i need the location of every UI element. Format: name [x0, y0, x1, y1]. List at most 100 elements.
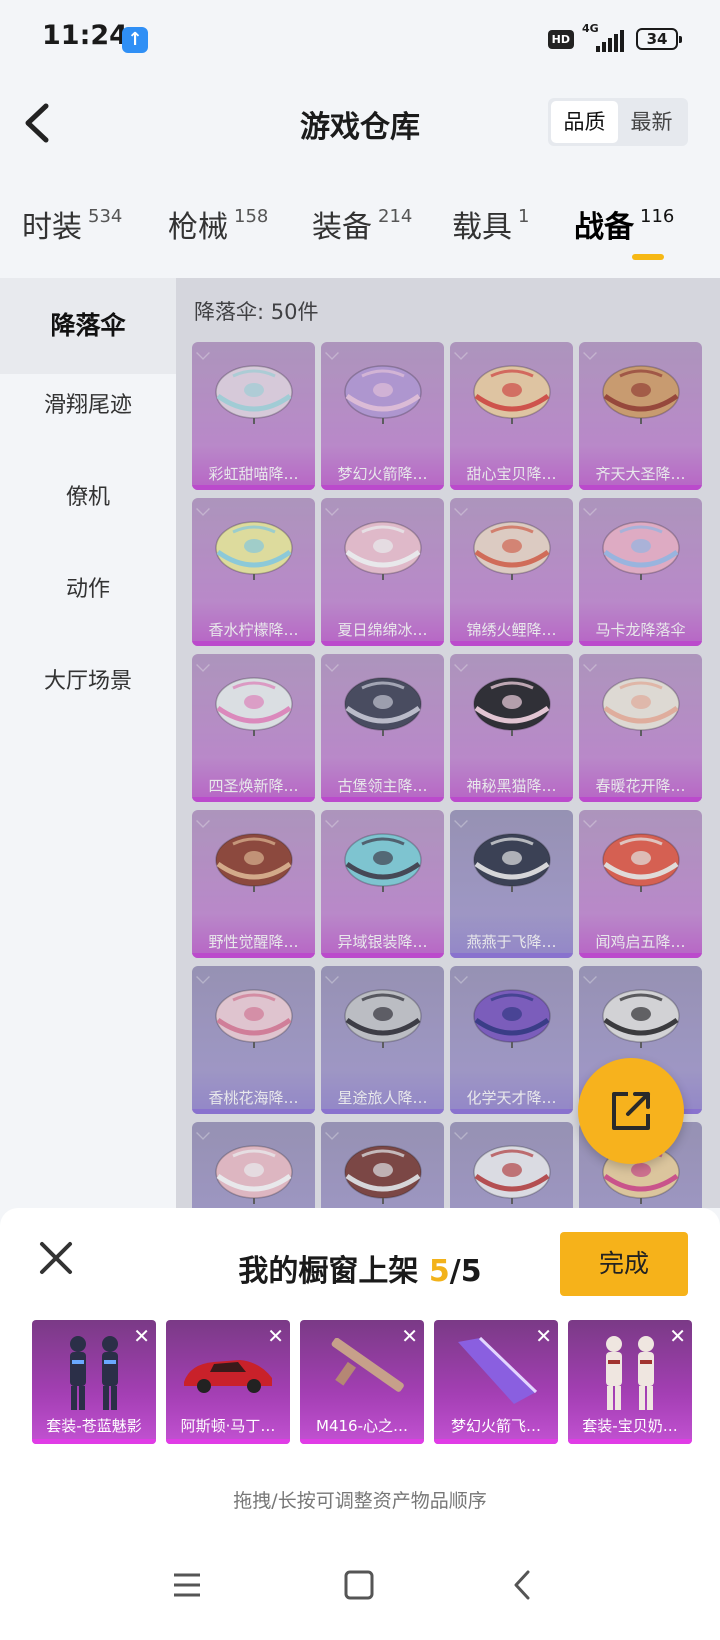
item-card[interactable]: 马卡龙降落伞: [579, 498, 702, 646]
sidebar-item-wingman[interactable]: 僚机: [0, 450, 176, 546]
remove-item-icon[interactable]: ✕: [133, 1324, 150, 1348]
check-icon: [196, 346, 210, 360]
remove-item-icon[interactable]: ✕: [669, 1324, 686, 1348]
item-card[interactable]: 闻鸡启五降…: [579, 810, 702, 958]
rarity-bar: [450, 1109, 573, 1114]
status-time: 11:24: [42, 20, 128, 51]
item-card[interactable]: [450, 1122, 573, 1208]
item-card[interactable]: 春暖花开降…: [579, 654, 702, 802]
rarity-bar: [321, 953, 444, 958]
menu-button[interactable]: [172, 1570, 202, 1604]
showcase-item[interactable]: ✕ 阿斯顿·马丁…: [166, 1320, 290, 1444]
item-card[interactable]: 梦幻火箭降…: [321, 342, 444, 490]
home-icon: [344, 1570, 374, 1600]
item-name: 野性觉醒降…: [208, 933, 299, 951]
showcase-item[interactable]: ✕ M416-心之…: [300, 1320, 424, 1444]
sidebar: 降落伞 滑翔尾迹 僚机 动作 大厅场景: [0, 278, 176, 1208]
header: 游戏仓库 品质 最新: [0, 80, 720, 170]
item-card[interactable]: 星途旅人降…: [321, 966, 444, 1114]
showcase-item[interactable]: ✕ 套装-苍蓝魅影: [32, 1320, 156, 1444]
parachute-icon: [215, 365, 293, 424]
tab-battle-gear[interactable]: 战备 116: [574, 202, 674, 246]
tab-label: 战备: [574, 210, 634, 245]
rarity-bar: [450, 953, 573, 958]
item-card[interactable]: 四圣焕新降…: [192, 654, 315, 802]
rarity-bar: [32, 1439, 156, 1444]
tab-fashion[interactable]: 时装 534: [22, 202, 122, 246]
reorder-hint: 拖拽/长按可调整资产物品顺序: [233, 1490, 487, 1512]
rifle-icon: [331, 1338, 404, 1392]
tab-count: 116: [640, 206, 675, 227]
showcase-item[interactable]: ✕ 梦幻火箭飞…: [434, 1320, 558, 1444]
item-name: 香水柠檬降…: [208, 621, 299, 639]
item-card[interactable]: 甜心宝贝降…: [450, 342, 573, 490]
check-icon: [196, 814, 210, 828]
item-card[interactable]: 锦绣火鲤降…: [450, 498, 573, 646]
parachute-icon: [602, 989, 680, 1048]
sort-latest-button[interactable]: 最新: [618, 101, 685, 143]
showcase-item[interactable]: ✕ 套装-宝贝奶…: [568, 1320, 692, 1444]
item-name: 四圣焕新降…: [208, 777, 299, 795]
parachute-icon: [215, 833, 293, 892]
tab-weapons[interactable]: 枪械 158: [168, 202, 268, 246]
rarity-bar: [192, 1109, 315, 1114]
sidebar-item-emote[interactable]: 动作: [0, 542, 176, 638]
check-icon: [325, 814, 339, 828]
rarity-bar: [192, 485, 315, 490]
tab-label: 枪械: [168, 210, 228, 245]
item-card[interactable]: 香桃花海降…: [192, 966, 315, 1114]
item-card[interactable]: 夏日绵绵冰…: [321, 498, 444, 646]
showcase-shelf: ✕ 套装-苍蓝魅影 ✕ 阿斯顿·马丁… ✕ M416-心之… ✕ 梦幻火箭飞… ✕ 套装-宝贝奶…: [32, 1320, 692, 1444]
item-card[interactable]: 香水柠檬降…: [192, 498, 315, 646]
item-card[interactable]: [321, 1122, 444, 1208]
category-tabs: 时装 534 枪械 158 装备 214 载具 1 战备 116: [0, 188, 720, 268]
item-card[interactable]: [192, 1122, 315, 1208]
check-icon: [454, 346, 468, 360]
rarity-bar: [321, 797, 444, 802]
item-card[interactable]: 神秘黑猫降…: [450, 654, 573, 802]
check-icon: [583, 502, 597, 516]
rarity-bar: [434, 1439, 558, 1444]
home-button[interactable]: [344, 1570, 374, 1604]
item-card[interactable]: 野性觉醒降…: [192, 810, 315, 958]
item-name: 锦绣火鲤降…: [466, 621, 557, 639]
rarity-bar: [579, 641, 702, 646]
upload-icon: ↑: [122, 27, 148, 53]
tab-vehicles[interactable]: 载具 1: [452, 202, 529, 246]
parachute-icon: [215, 1145, 293, 1204]
check-icon: [583, 970, 597, 984]
parachute-icon: [344, 833, 422, 892]
item-card[interactable]: 彩虹甜喵降…: [192, 342, 315, 490]
remove-item-icon[interactable]: ✕: [267, 1324, 284, 1348]
back-icon: [514, 1570, 530, 1600]
sort-quality-button[interactable]: 品质: [551, 101, 618, 143]
parachute-icon: [473, 833, 551, 892]
check-icon: [583, 346, 597, 360]
item-card[interactable]: 古堡领主降…: [321, 654, 444, 802]
item-name: 甜心宝贝降…: [466, 465, 557, 483]
item-card[interactable]: 化学天才降…: [450, 966, 573, 1114]
sidebar-item-lobby-scene[interactable]: 大厅场景: [0, 634, 176, 730]
item-name: 春暖花开降…: [595, 777, 686, 795]
parachute-icon: [344, 1145, 422, 1204]
rarity-bar: [300, 1439, 424, 1444]
item-card[interactable]: 异域银装降…: [321, 810, 444, 958]
external-link-icon: [612, 1092, 650, 1130]
share-button[interactable]: [578, 1058, 684, 1164]
check-icon: [325, 658, 339, 672]
nav-back-button[interactable]: [508, 1570, 538, 1604]
rarity-bar: [321, 1109, 444, 1114]
item-card[interactable]: 齐天大圣降…: [579, 342, 702, 490]
item-name: 化学天才降…: [466, 1089, 557, 1107]
sidebar-item-glide-trail[interactable]: 滑翔尾迹: [0, 358, 176, 454]
item-name: 马卡龙降落伞: [595, 621, 686, 639]
tab-equipment[interactable]: 装备 214: [312, 202, 412, 246]
item-card[interactable]: 燕燕于飞降…: [450, 810, 573, 958]
parachute-icon: [344, 677, 422, 736]
parachute-icon: [215, 989, 293, 1048]
done-button[interactable]: 完成: [560, 1232, 688, 1296]
showcase-item-label: 梦幻火箭飞…: [450, 1417, 541, 1435]
battery-level: 34: [646, 30, 668, 48]
showcase-item-label: 阿斯顿·马丁…: [180, 1417, 276, 1435]
system-nav-bar: [0, 1540, 720, 1640]
